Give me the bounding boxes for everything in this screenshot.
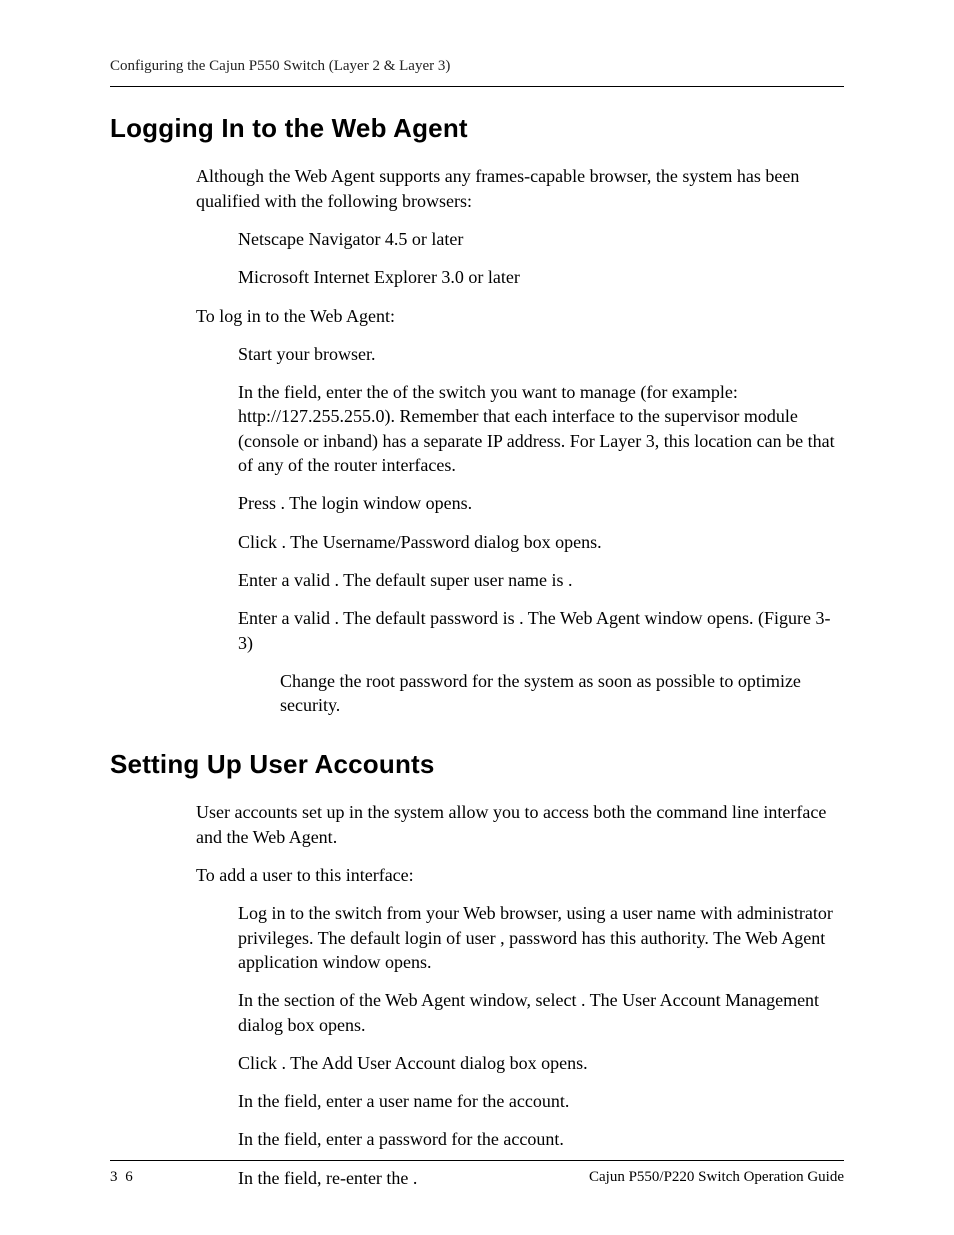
section2-intro: User accounts set up in the system allow… [196,800,844,849]
security-note: Change the root password for the system … [280,669,844,718]
add-user-lead: To add a user to this interface: [196,863,844,887]
login-lead: To log in to the Web Agent: [196,304,844,328]
step: Start your browser. [238,342,844,366]
rule-top [110,86,844,87]
section1-body: Although the Web Agent supports any fram… [196,164,844,654]
browser-list: Netscape Navigator 4.5 or later Microsof… [238,227,844,290]
guide-title: Cajun P550/P220 Switch Operation Guide [589,1167,844,1187]
browser-item: Netscape Navigator 4.5 or later [238,227,844,251]
browser-item: Microsoft Internet Explorer 3.0 or later [238,265,844,289]
add-user-steps: Log in to the switch from your Web brows… [238,901,844,1190]
step: Enter a valid . The default super user n… [238,568,844,592]
heading-logging-in: Logging In to the Web Agent [110,111,844,146]
running-head: Configuring the Cajun P550 Switch (Layer… [110,56,844,76]
page-number: 3 6 [110,1167,135,1187]
step: In the field, enter the of the switch yo… [238,380,844,477]
step: In the field, enter a user name for the … [238,1089,844,1113]
step: Click . The Username/Password dialog box… [238,530,844,554]
page-footer: 3 6 Cajun P550/P220 Switch Operation Gui… [110,1160,844,1187]
heading-user-accounts: Setting Up User Accounts [110,747,844,782]
section2-body: User accounts set up in the system allow… [196,800,844,1190]
step: In the section of the Web Agent window, … [238,988,844,1037]
login-steps: Start your browser. In the field, enter … [238,342,844,655]
page: Configuring the Cajun P550 Switch (Layer… [0,0,954,1235]
step: In the field, enter a password for the a… [238,1127,844,1151]
step: Click . The Add User Account dialog box … [238,1051,844,1075]
step: Enter a valid . The default password is … [238,606,844,655]
rule-bottom [110,1160,844,1161]
step: Press . The login window opens. [238,491,844,515]
section1-intro: Although the Web Agent supports any fram… [196,164,844,213]
step: Log in to the switch from your Web brows… [238,901,844,974]
